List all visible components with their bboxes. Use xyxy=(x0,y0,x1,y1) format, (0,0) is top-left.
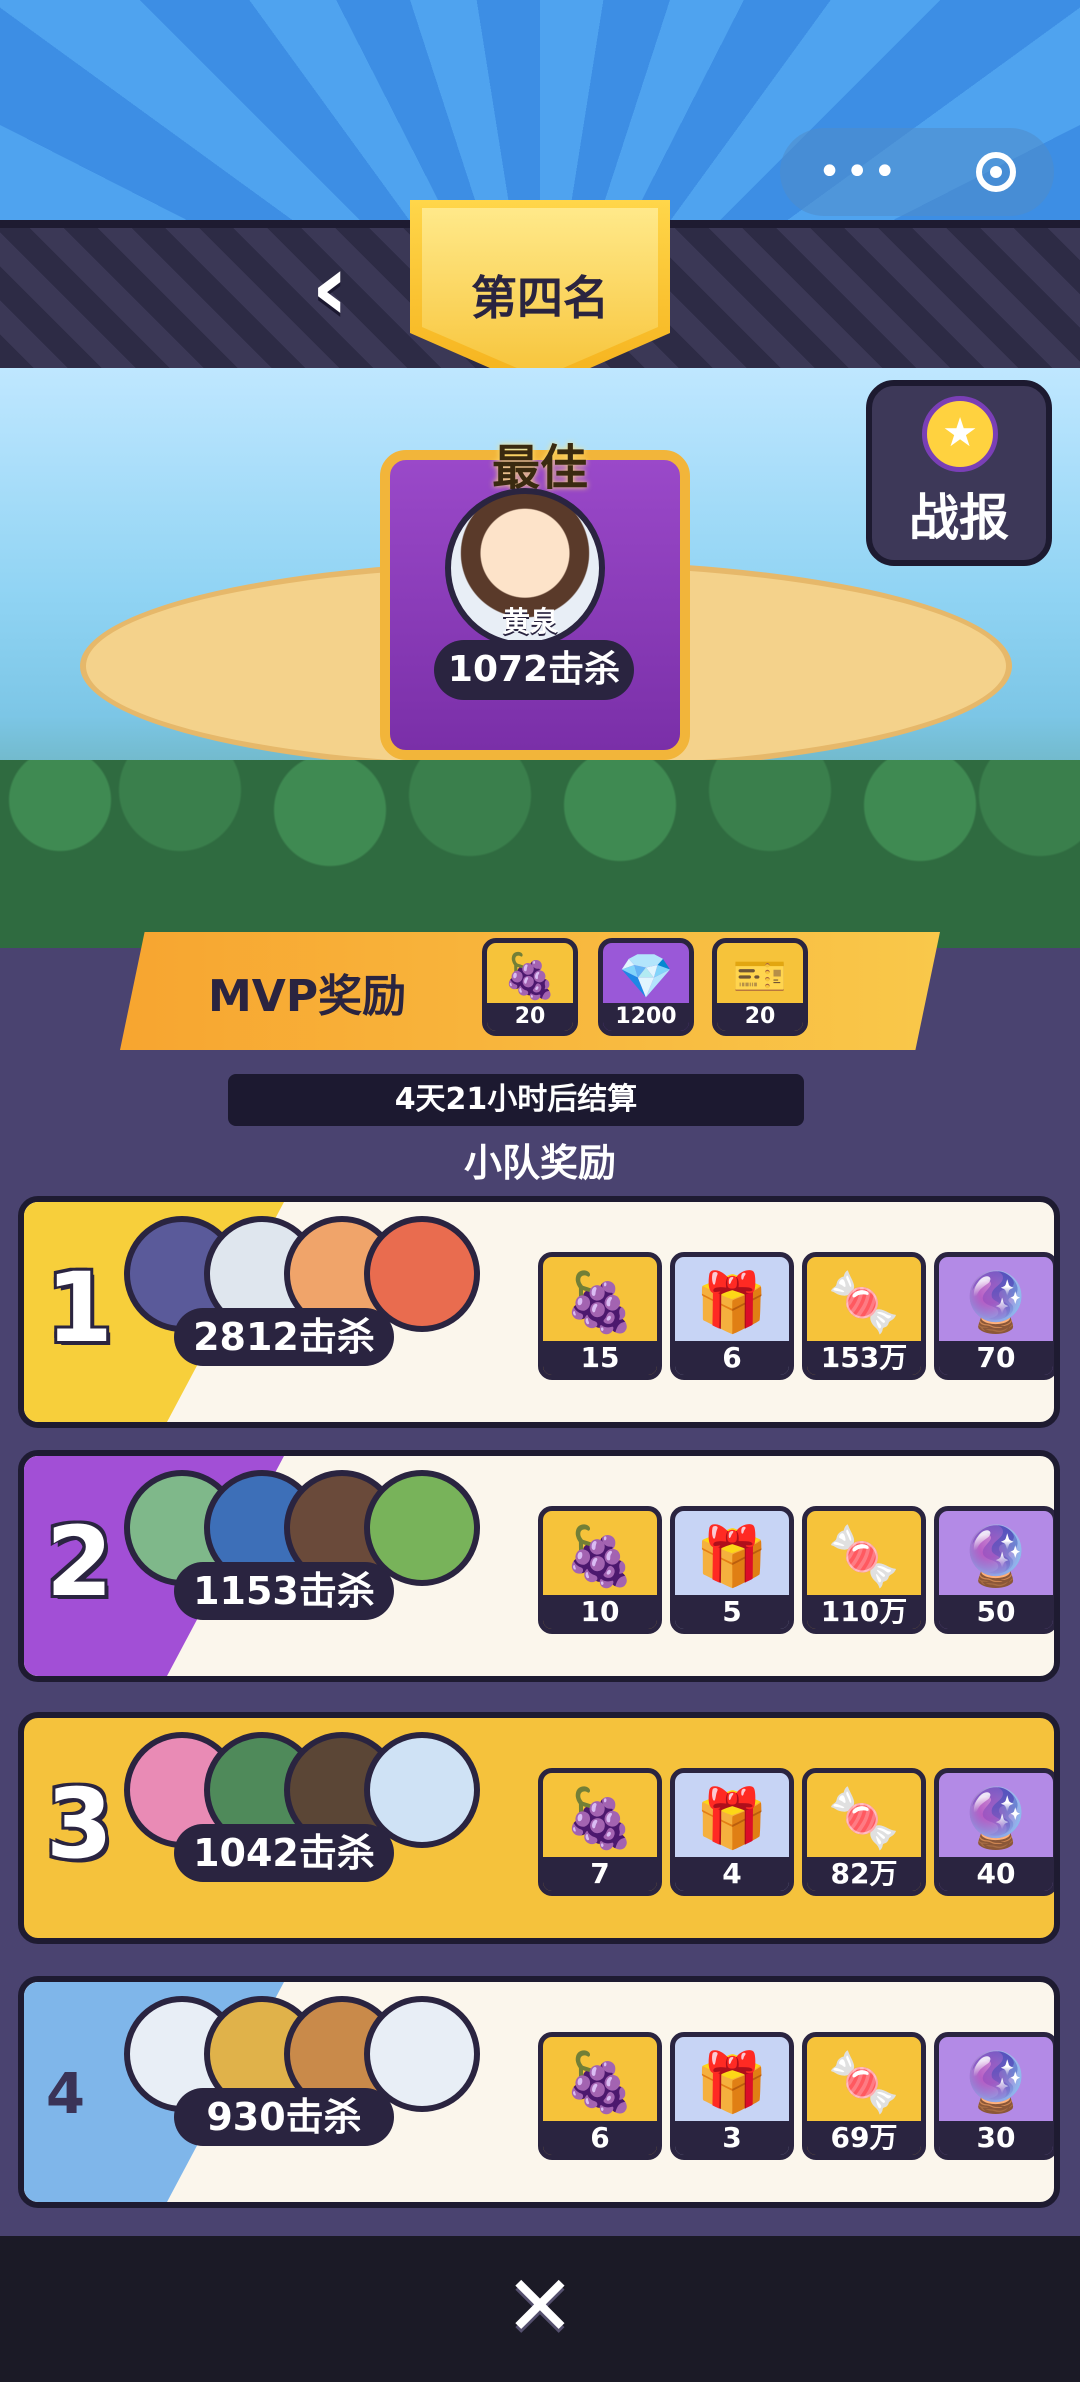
team-rewards-title: 小队奖励 xyxy=(463,1141,616,1185)
fruit-icon: 🍇 xyxy=(563,1522,637,1590)
mvp-reward-ticket[interactable]: 🎫 20 xyxy=(712,938,808,1036)
reward-count: 4 xyxy=(675,1857,789,1891)
bushes xyxy=(0,760,1080,948)
mystery-box-icon: 🎁 xyxy=(695,1784,769,1852)
best-title: 最佳 xyxy=(491,440,588,496)
reward-count: 3 xyxy=(675,2121,789,2155)
candy-icon: 🍬 xyxy=(827,1268,901,1336)
capsule-icon: 🔮 xyxy=(959,1522,1033,1590)
reward-mystery-box[interactable]: 🎁 4 xyxy=(670,1768,794,1896)
reward-candy[interactable]: 🍬 82万 xyxy=(802,1768,926,1896)
reward-capsule[interactable]: 🔮 70 xyxy=(934,1252,1054,1380)
team-kills: 2812击杀 xyxy=(174,1308,394,1366)
ticket-icon: 🎫 xyxy=(732,951,788,1002)
reward-capsule[interactable]: 🔮 30 xyxy=(934,2032,1054,2160)
fruit-icon: 🍇 xyxy=(502,951,558,1002)
reward-fruit[interactable]: 🍇 10 xyxy=(538,1506,662,1634)
settlement-timer: 4天21小时后结算 xyxy=(228,1074,804,1126)
reward-mystery-box[interactable]: 🎁 6 xyxy=(670,1252,794,1380)
reward-count: 20 xyxy=(717,1003,803,1031)
team-kills: 1153击杀 xyxy=(174,1562,394,1620)
reward-count: 153万 xyxy=(807,1341,921,1375)
team-row-3[interactable]: 3 1042击杀 🍇 7 🎁 4 🍬 82万 🔮 40 xyxy=(18,1712,1060,1944)
team-row-1[interactable]: 1 2812击杀 🍇 15 🎁 6 🍬 153万 🔮 70 xyxy=(18,1196,1060,1428)
reward-capsule[interactable]: 🔮 50 xyxy=(934,1506,1054,1634)
reward-count: 6 xyxy=(543,2121,657,2155)
reward-fruit[interactable]: 🍇 7 xyxy=(538,1768,662,1896)
team-kills: 930击杀 xyxy=(174,2088,394,2146)
close-button[interactable]: ✕ xyxy=(496,2262,584,2350)
team-row-2[interactable]: 2 1153击杀 🍇 10 🎁 5 🍬 110万 🔮 50 xyxy=(18,1450,1060,1682)
reward-count: 70 xyxy=(939,1341,1053,1375)
reward-capsule[interactable]: 🔮 40 xyxy=(934,1768,1054,1896)
reward-count: 50 xyxy=(939,1595,1053,1629)
reward-candy[interactable]: 🍬 110万 xyxy=(802,1506,926,1634)
candy-icon: 🍬 xyxy=(827,1784,901,1852)
reward-count: 15 xyxy=(543,1341,657,1375)
gem-icon: 💎 xyxy=(618,951,674,1002)
reward-fruit[interactable]: 🍇 15 xyxy=(538,1252,662,1380)
reward-count: 5 xyxy=(675,1595,789,1629)
best-player-name: 黄泉 xyxy=(501,605,558,638)
reward-candy[interactable]: 🍬 69万 xyxy=(802,2032,926,2160)
back-button[interactable]: ‹ xyxy=(280,238,380,338)
miniprogram-capsule[interactable]: ••• xyxy=(780,128,1054,216)
team-kills: 1042击杀 xyxy=(174,1824,394,1882)
capsule-icon: 🔮 xyxy=(959,1784,1033,1852)
reward-mystery-box[interactable]: 🎁 5 xyxy=(670,1506,794,1634)
capsule-icon: 🔮 xyxy=(959,1268,1033,1336)
reward-count: 6 xyxy=(675,1341,789,1375)
candy-icon: 🍬 xyxy=(827,2048,901,2116)
close-miniprogram-icon[interactable] xyxy=(976,152,1017,192)
battle-report-label: 战报 xyxy=(909,489,1009,547)
reward-count: 20 xyxy=(487,1003,573,1031)
fruit-icon: 🍇 xyxy=(563,1784,637,1852)
reward-candy[interactable]: 🍬 153万 xyxy=(802,1252,926,1380)
capsule-icon: 🔮 xyxy=(959,2048,1033,2116)
more-icon[interactable]: ••• xyxy=(818,152,901,192)
reward-count: 40 xyxy=(939,1857,1053,1891)
fruit-icon: 🍇 xyxy=(563,1268,637,1336)
team-row-4[interactable]: 4 930击杀 🍇 6 🎁 3 🍬 69万 🔮 30 xyxy=(18,1976,1060,2208)
best-player-kills: 1072击杀 xyxy=(434,640,634,700)
reward-mystery-box[interactable]: 🎁 3 xyxy=(670,2032,794,2160)
reward-count: 82万 xyxy=(807,1857,921,1891)
fruit-icon: 🍇 xyxy=(563,2048,637,2116)
rank-title: 第四名 xyxy=(471,271,609,325)
reward-fruit[interactable]: 🍇 6 xyxy=(538,2032,662,2160)
mvp-reward-gem[interactable]: 💎 1200 xyxy=(598,938,694,1036)
mvp-reward-fruit[interactable]: 🍇 20 xyxy=(482,938,578,1036)
mystery-box-icon: 🎁 xyxy=(695,1268,769,1336)
mystery-box-icon: 🎁 xyxy=(695,1522,769,1590)
reward-count: 10 xyxy=(543,1595,657,1629)
battle-report-button[interactable]: ★ 战报 xyxy=(866,380,1052,566)
candy-icon: 🍬 xyxy=(827,1522,901,1590)
mystery-box-icon: 🎁 xyxy=(695,2048,769,2116)
star-badge-icon: ★ xyxy=(922,396,998,472)
reward-count: 7 xyxy=(543,1857,657,1891)
reward-count: 30 xyxy=(939,2121,1053,2155)
reward-count: 69万 xyxy=(807,2121,921,2155)
reward-count: 1200 xyxy=(603,1003,689,1031)
mvp-label: MVP奖励 xyxy=(208,971,407,1022)
reward-count: 110万 xyxy=(807,1595,921,1629)
